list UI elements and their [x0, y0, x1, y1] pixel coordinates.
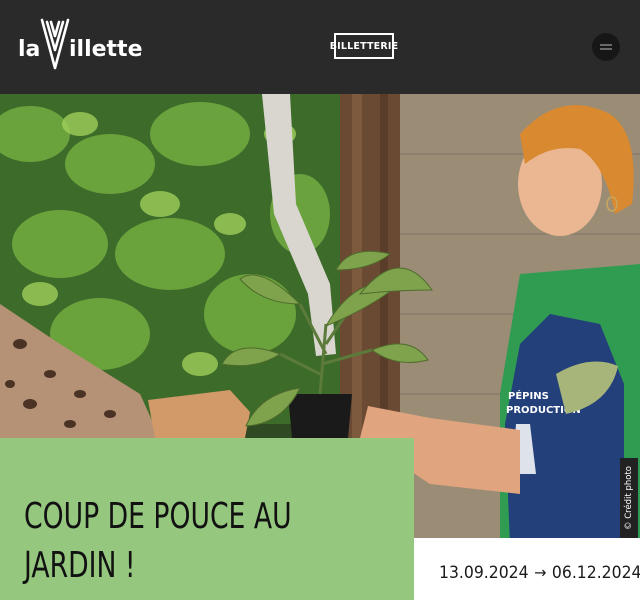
logo-v-mark — [40, 18, 70, 70]
logo-text-illette: illette — [69, 37, 142, 62]
event-title: COUP DE POUCE AU JARDIN ! — [24, 492, 305, 590]
event-dates: 13.09.2024 → 06.12.2024 — [439, 563, 640, 583]
event-start-date: 13.09.2024 — [439, 563, 529, 583]
event-title-block: COUP DE POUCE AU JARDIN ! — [0, 438, 414, 600]
la-villette-logo[interactable]: la illette — [18, 18, 143, 74]
event-dates-block: 13.09.2024 → 06.12.2024 — [414, 538, 640, 600]
photo-credit-text: © Crédit photo — [624, 466, 635, 530]
photo-credit-tab[interactable]: © Crédit photo — [620, 458, 638, 538]
event-end-date: 06.12.2024 — [551, 563, 640, 583]
apron-text-line1: PÉPINS — [508, 389, 549, 402]
ticket-office-button[interactable]: BILLETTERIE — [330, 33, 398, 59]
hamburger-icon — [600, 44, 612, 50]
event-title-line1: COUP DE POUCE AU — [24, 496, 292, 537]
logo-text-la: la — [18, 37, 40, 62]
logo-graphic: la illette — [18, 18, 143, 70]
site-header: la illette BILLETTERIE — [0, 0, 640, 94]
arrow-right-icon: → — [534, 563, 547, 582]
event-title-line2: JARDIN ! — [24, 545, 136, 586]
menu-button[interactable] — [592, 33, 620, 61]
